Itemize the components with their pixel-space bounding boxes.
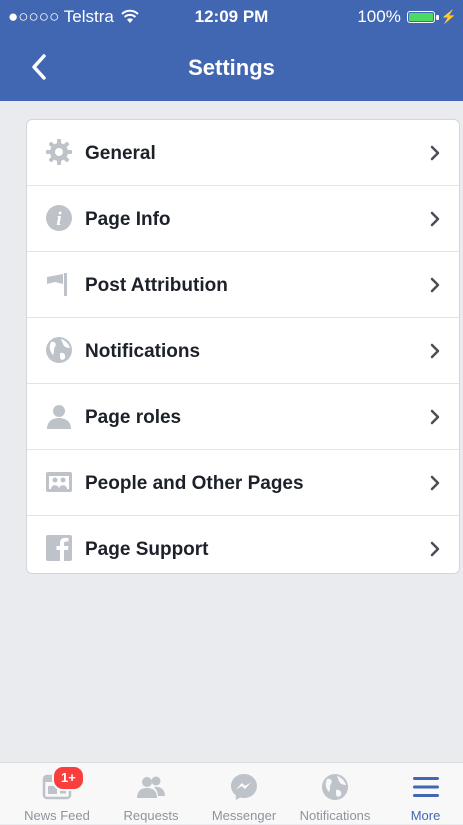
chevron-right-icon [430,475,440,491]
charging-icon: ⚡ [440,9,457,24]
settings-item-label: Page Support [85,539,209,560]
tab-news-feed[interactable]: 1+ News Feed [0,763,114,825]
friend-requests-icon [137,776,165,798]
settings-item-general[interactable]: General [27,120,459,186]
chevron-right-icon [430,145,440,161]
battery-percent: 100% [357,7,401,26]
chevron-right-icon [430,409,440,425]
page-title: Settings [188,55,275,80]
settings-list: General i Page Info Post Attribution Not… [26,119,460,574]
svg-text:i: i [56,209,62,230]
tab-label: More [410,808,441,823]
notification-badge: 1+ [52,765,85,791]
tab-requests[interactable]: Requests [110,763,192,825]
settings-item-page-info[interactable]: i Page Info [27,186,459,252]
menu-icon [412,777,439,797]
people-icon [45,468,73,496]
settings-item-label: People and Other Pages [85,473,304,494]
globe-icon [45,336,73,364]
settings-item-label: Post Attribution [85,275,228,296]
settings-item-page-roles[interactable]: Page roles [27,384,459,450]
settings-item-notifications[interactable]: Notifications [27,318,459,384]
flag-icon [45,270,73,298]
battery-icon [406,11,439,23]
settings-item-people-and-other-pages[interactable]: People and Other Pages [27,450,459,516]
tab-bar: 1+ News Feed Requests Messenger Notifica… [0,762,463,824]
settings-item-label: General [85,143,156,164]
status-bar: ●○○○○ Telstra 12:09 PM 100% ⚡ [0,0,463,34]
settings-item-label: Notifications [85,341,201,362]
tab-notifications[interactable]: Notifications [287,763,383,825]
chevron-right-icon [430,211,440,227]
gear-icon [45,138,73,166]
info-icon: i [45,204,73,232]
tab-messenger[interactable]: Messenger [198,763,290,825]
chevron-right-icon [430,343,440,359]
chevron-right-icon [430,541,440,557]
nav-bar: Settings [0,34,463,101]
settings-item-post-attribution[interactable]: Post Attribution [27,252,459,318]
tab-label: Requests [123,808,179,823]
tab-label: News Feed [24,808,90,823]
facebook-icon [45,534,73,562]
messenger-icon [231,774,257,800]
tab-label: Messenger [211,808,277,823]
settings-item-label: Page Info [85,209,171,230]
header: ●○○○○ Telstra 12:09 PM 100% ⚡ Settings [0,0,463,101]
tab-more[interactable]: More [388,763,463,825]
person-icon [45,402,73,430]
status-battery-group: 100% ⚡ [357,0,457,34]
settings-item-page-support[interactable]: Page Support [27,516,459,573]
settings-item-label: Page roles [85,407,182,428]
chevron-right-icon [430,277,440,293]
tab-label: Notifications [299,808,371,823]
globe-icon [322,774,348,800]
